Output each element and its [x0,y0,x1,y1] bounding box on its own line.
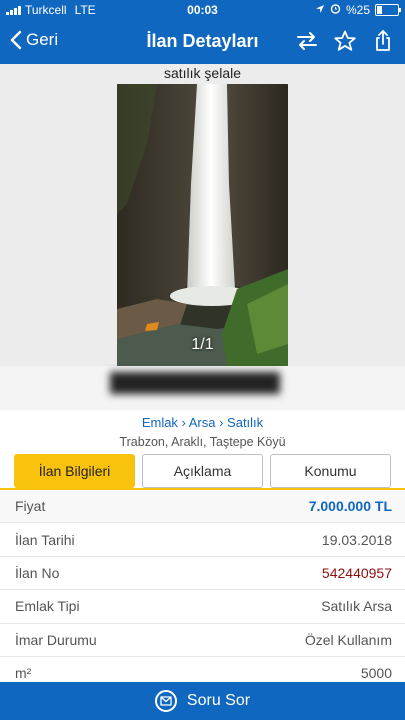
detail-label: İlan No [15,564,60,581]
detail-row-listing-no: İlan No 542440957 [0,557,405,591]
ask-question-label: Soru Sor [186,692,251,709]
listing-date-value: 19.03.2018 [321,531,392,548]
area-value: 5000 [360,665,392,682]
listing-photo[interactable] [117,84,288,366]
status-bar: Turkcell LTE 00:03 %25 [0,0,405,20]
detail-label: Fiyat [15,498,46,515]
favorite-star-icon[interactable] [333,29,357,53]
listing-location: Trabzon, Araklı, Taştepe Köyü [119,435,286,449]
detail-label: Emlak Tipi [15,598,80,615]
zoning-value: Özel Kullanım [304,631,392,648]
nav-bar: Geri İlan Detayları [0,20,405,64]
breadcrumb[interactable]: Emlak › Arsa › Satılık [0,415,405,430]
detail-label: İmar Durumu [15,631,97,648]
price-value: 7.000.000 TL [308,498,392,515]
detail-row-price: Fiyat 7.000.000 TL [0,490,405,524]
ask-question-button[interactable]: Soru Sor [0,682,405,720]
location-arrow-icon [315,3,325,17]
detail-label: İlan Tarihi [15,531,75,548]
detail-row-zoning: İmar Durumu Özel Kullanım [0,624,405,657]
tab-aciklama[interactable]: Açıklama [142,454,263,488]
detail-label: m² [15,665,32,682]
message-icon [154,690,177,712]
app-header: Turkcell LTE 00:03 %25 Geri İlan Detayla… [0,0,405,64]
details-table: Fiyat 7.000.000 TL İlan Tarihi 19.03.201… [0,490,405,691]
detail-row-property-type: Emlak Tipi Satılık Arsa [0,590,405,624]
battery-icon [375,4,401,16]
redacted-caption [110,372,280,394]
listing-title: satılık şelale [163,65,242,81]
detail-tabs: İlan Bilgileri Açıklama Konumu [14,454,391,488]
tab-konumu[interactable]: Konumu [270,454,391,488]
waterfall-image [117,84,288,366]
alarm-icon [330,3,341,17]
photo-counter: 1/1 [191,336,214,353]
tab-ilan-bilgileri[interactable]: İlan Bilgileri [14,454,135,488]
compare-icon[interactable] [295,29,319,53]
property-type-value: Satılık Arsa [321,598,392,615]
detail-row-date: İlan Tarihi 19.03.2018 [0,523,405,557]
share-icon[interactable] [371,29,395,53]
listing-no-value: 542440957 [321,564,392,581]
battery-percent: %25 [345,3,370,17]
